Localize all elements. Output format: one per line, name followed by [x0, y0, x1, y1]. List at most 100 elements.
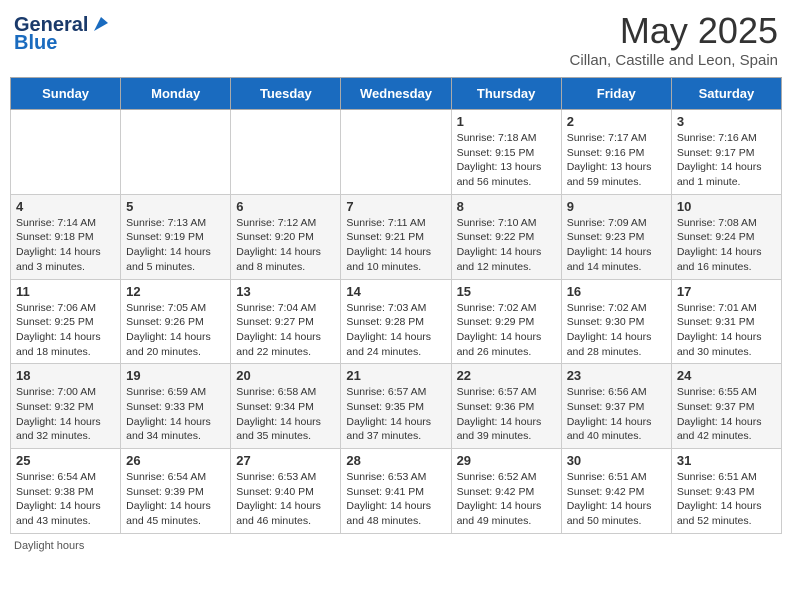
- dow-thursday: Thursday: [451, 78, 561, 110]
- calendar-body: 1Sunrise: 7:18 AM Sunset: 9:15 PM Daylig…: [11, 110, 782, 534]
- day-info: Sunrise: 7:16 AM Sunset: 9:17 PM Dayligh…: [677, 131, 776, 190]
- day-number: 27: [236, 453, 335, 468]
- calendar-cell: 14 Sunrise: 7:03 AM Sunset: 9:28 PM Dayli…: [341, 279, 451, 364]
- day-number: 2: [567, 114, 666, 129]
- day-number: 13: [236, 284, 335, 299]
- day-number: 11: [16, 284, 115, 299]
- day-info: Sunrise: 6:59 AM Sunset: 9:33 PM Dayligh…: [126, 385, 225, 444]
- day-info: Sunrise: 7:02 AM Sunset: 9:29 PM Dayligh…: [457, 301, 556, 360]
- day-number: 21: [346, 368, 445, 383]
- day-number: 18: [16, 368, 115, 383]
- calendar-cell: 20 Sunrise: 6:58 AM Sunset: 9:34 PM Dayli…: [231, 364, 341, 449]
- day-number: 26: [126, 453, 225, 468]
- day-number: 31: [677, 453, 776, 468]
- calendar: SundayMondayTuesdayWednesdayThursdayFrid…: [10, 77, 782, 534]
- day-number: 28: [346, 453, 445, 468]
- calendar-cell: [341, 110, 451, 195]
- main-title: May 2025: [570, 10, 778, 52]
- dow-saturday: Saturday: [671, 78, 781, 110]
- day-info: Sunrise: 7:01 AM Sunset: 9:31 PM Dayligh…: [677, 301, 776, 360]
- title-area: May 2025 Cillan, Castille and Leon, Spai…: [570, 10, 778, 69]
- day-info: Sunrise: 7:14 AM Sunset: 9:18 PM Dayligh…: [16, 216, 115, 275]
- day-number: 23: [567, 368, 666, 383]
- day-number: 30: [567, 453, 666, 468]
- logo-icon: [90, 13, 112, 35]
- dow-sunday: Sunday: [11, 78, 121, 110]
- day-info: Sunrise: 7:08 AM Sunset: 9:24 PM Dayligh…: [677, 216, 776, 275]
- day-number: 17: [677, 284, 776, 299]
- day-number: 6: [236, 199, 335, 214]
- day-number: 7: [346, 199, 445, 214]
- day-number: 20: [236, 368, 335, 383]
- day-info: Sunrise: 7:12 AM Sunset: 9:20 PM Dayligh…: [236, 216, 335, 275]
- day-info: Sunrise: 7:10 AM Sunset: 9:22 PM Dayligh…: [457, 216, 556, 275]
- calendar-cell: 8 Sunrise: 7:10 AM Sunset: 9:22 PM Daylig…: [451, 194, 561, 279]
- calendar-cell: 13 Sunrise: 7:04 AM Sunset: 9:27 PM Dayli…: [231, 279, 341, 364]
- calendar-cell: 27Sunrise: 6:53 AM Sunset: 9:40 PM Dayli…: [231, 449, 341, 534]
- day-info: Sunrise: 6:53 AM Sunset: 9:41 PM Dayligh…: [346, 470, 445, 529]
- day-info: Sunrise: 7:13 AM Sunset: 9:19 PM Dayligh…: [126, 216, 225, 275]
- day-number: 15: [457, 284, 556, 299]
- calendar-cell: 15 Sunrise: 7:02 AM Sunset: 9:29 PM Dayli…: [451, 279, 561, 364]
- day-number: 8: [457, 199, 556, 214]
- calendar-cell: 12Sunrise: 7:05 AM Sunset: 9:26 PM Dayli…: [121, 279, 231, 364]
- day-number: 4: [16, 199, 115, 214]
- day-number: 5: [126, 199, 225, 214]
- day-number: 3: [677, 114, 776, 129]
- day-number: 24: [677, 368, 776, 383]
- day-number: 29: [457, 453, 556, 468]
- calendar-cell: 17 Sunrise: 7:01 AM Sunset: 9:31 PM Dayli…: [671, 279, 781, 364]
- calendar-cell: 23 Sunrise: 6:56 AM Sunset: 9:37 PM Dayli…: [561, 364, 671, 449]
- subtitle: Cillan, Castille and Leon, Spain: [570, 52, 778, 69]
- day-info: Sunrise: 6:51 AM Sunset: 9:43 PM Dayligh…: [677, 470, 776, 529]
- dow-monday: Monday: [121, 78, 231, 110]
- day-info: Sunrise: 7:09 AM Sunset: 9:23 PM Dayligh…: [567, 216, 666, 275]
- day-info: Sunrise: 7:02 AM Sunset: 9:30 PM Dayligh…: [567, 301, 666, 360]
- calendar-cell: 28 Sunrise: 6:53 AM Sunset: 9:41 PM Dayli…: [341, 449, 451, 534]
- day-info: Sunrise: 6:57 AM Sunset: 9:36 PM Dayligh…: [457, 385, 556, 444]
- calendar-cell: 6 Sunrise: 7:12 AM Sunset: 9:20 PM Daylig…: [231, 194, 341, 279]
- calendar-cell: 11Sunrise: 7:06 AM Sunset: 9:25 PM Dayli…: [11, 279, 121, 364]
- day-info: Sunrise: 6:54 AM Sunset: 9:39 PM Dayligh…: [126, 470, 225, 529]
- week-row-3: 11Sunrise: 7:06 AM Sunset: 9:25 PM Dayli…: [11, 279, 782, 364]
- calendar-cell: 10 Sunrise: 7:08 AM Sunset: 9:24 PM Dayli…: [671, 194, 781, 279]
- dow-tuesday: Tuesday: [231, 78, 341, 110]
- day-info: Sunrise: 6:58 AM Sunset: 9:34 PM Dayligh…: [236, 385, 335, 444]
- logo: General Blue: [14, 14, 112, 54]
- calendar-cell: 1Sunrise: 7:18 AM Sunset: 9:15 PM Daylig…: [451, 110, 561, 195]
- calendar-cell: 19 Sunrise: 6:59 AM Sunset: 9:33 PM Dayli…: [121, 364, 231, 449]
- calendar-cell: 21Sunrise: 6:57 AM Sunset: 9:35 PM Dayli…: [341, 364, 451, 449]
- day-number: 10: [677, 199, 776, 214]
- dow-wednesday: Wednesday: [341, 78, 451, 110]
- calendar-cell: 5 Sunrise: 7:13 AM Sunset: 9:19 PM Daylig…: [121, 194, 231, 279]
- dow-friday: Friday: [561, 78, 671, 110]
- day-info: Sunrise: 6:56 AM Sunset: 9:37 PM Dayligh…: [567, 385, 666, 444]
- week-row-5: 25 Sunrise: 6:54 AM Sunset: 9:38 PM Dayli…: [11, 449, 782, 534]
- day-info: Sunrise: 7:03 AM Sunset: 9:28 PM Dayligh…: [346, 301, 445, 360]
- day-info: Sunrise: 7:05 AM Sunset: 9:26 PM Dayligh…: [126, 301, 225, 360]
- day-info: Sunrise: 6:54 AM Sunset: 9:38 PM Dayligh…: [16, 470, 115, 529]
- day-info: Sunrise: 6:51 AM Sunset: 9:42 PM Dayligh…: [567, 470, 666, 529]
- calendar-cell: 26 Sunrise: 6:54 AM Sunset: 9:39 PM Dayli…: [121, 449, 231, 534]
- calendar-cell: 7 Sunrise: 7:11 AM Sunset: 9:21 PM Daylig…: [341, 194, 451, 279]
- calendar-cell: 29 Sunrise: 6:52 AM Sunset: 9:42 PM Dayli…: [451, 449, 561, 534]
- calendar-cell: 30 Sunrise: 6:51 AM Sunset: 9:42 PM Dayli…: [561, 449, 671, 534]
- calendar-cell: 16Sunrise: 7:02 AM Sunset: 9:30 PM Dayli…: [561, 279, 671, 364]
- footer-note: Daylight hours: [10, 540, 782, 552]
- calendar-cell: 9Sunrise: 7:09 AM Sunset: 9:23 PM Daylig…: [561, 194, 671, 279]
- day-info: Sunrise: 6:55 AM Sunset: 9:37 PM Dayligh…: [677, 385, 776, 444]
- calendar-cell: 4 Sunrise: 7:14 AM Sunset: 9:18 PM Daylig…: [11, 194, 121, 279]
- day-info: Sunrise: 7:11 AM Sunset: 9:21 PM Dayligh…: [346, 216, 445, 275]
- header: General Blue May 2025 Cillan, Castille a…: [10, 10, 782, 69]
- day-number: 22: [457, 368, 556, 383]
- day-info: Sunrise: 6:52 AM Sunset: 9:42 PM Dayligh…: [457, 470, 556, 529]
- day-info: Sunrise: 7:04 AM Sunset: 9:27 PM Dayligh…: [236, 301, 335, 360]
- week-row-2: 4 Sunrise: 7:14 AM Sunset: 9:18 PM Daylig…: [11, 194, 782, 279]
- day-number: 25: [16, 453, 115, 468]
- days-of-week-header: SundayMondayTuesdayWednesdayThursdayFrid…: [11, 78, 782, 110]
- calendar-cell: [121, 110, 231, 195]
- week-row-4: 18Sunrise: 7:00 AM Sunset: 9:32 PM Dayli…: [11, 364, 782, 449]
- day-number: 19: [126, 368, 225, 383]
- day-number: 14: [346, 284, 445, 299]
- calendar-cell: 3 Sunrise: 7:16 AM Sunset: 9:17 PM Daylig…: [671, 110, 781, 195]
